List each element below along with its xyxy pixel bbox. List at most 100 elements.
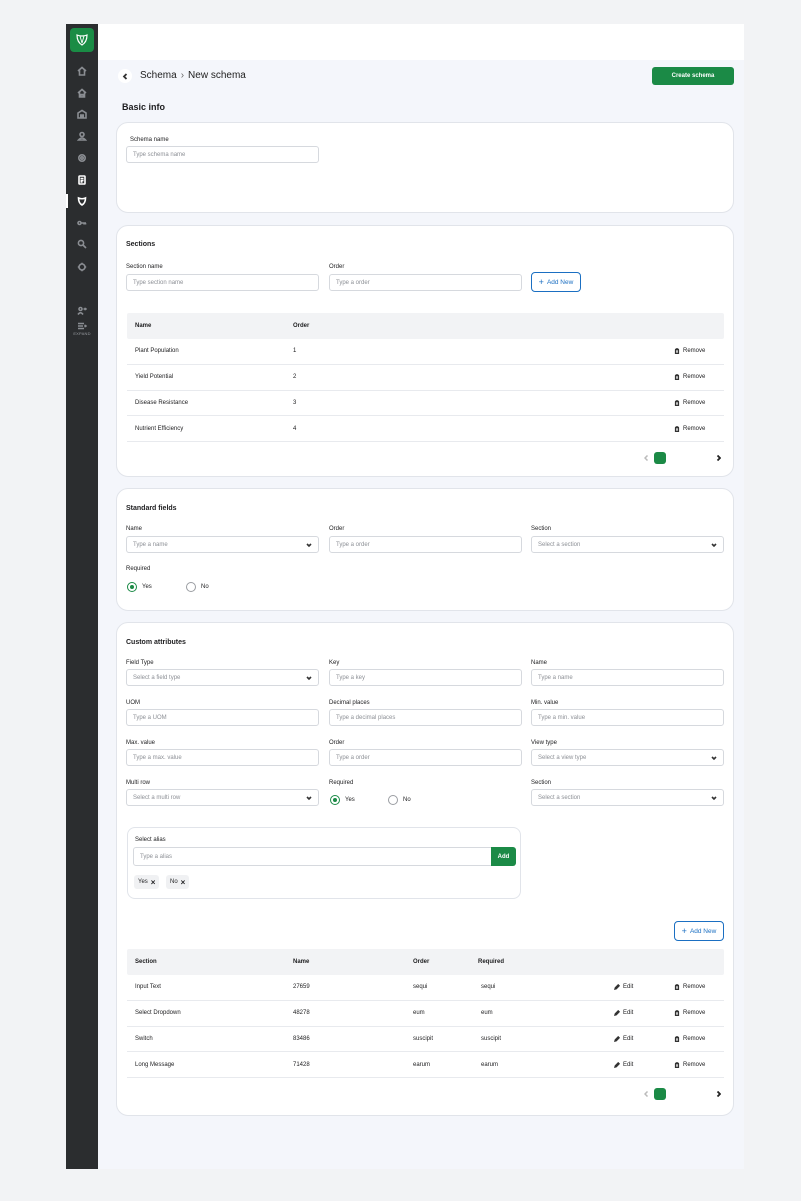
settings-icon[interactable] [66,257,98,277]
row-order: 3 [293,399,297,406]
close-icon[interactable]: × [181,878,186,887]
required-yes-radio[interactable]: Yes [330,795,355,805]
order-input[interactable]: Type a order [329,274,522,291]
radio-unchecked-icon [186,582,196,592]
plus-icon: + [681,926,687,936]
edit-button[interactable]: Edit [614,1027,633,1052]
row-name: 27659 [293,984,310,991]
section-select-value: Select a section [538,794,581,801]
cog-icon[interactable] [66,148,98,168]
warehouse-icon[interactable] [66,104,98,124]
table-header: Name Order [127,313,724,339]
field-type-select[interactable]: Select a field type [126,669,319,686]
sections-table: Name Order Plant Population 1 Remove Yie… [127,313,724,443]
key-icon[interactable] [66,213,98,233]
expand-label[interactable]: EXPAND [66,331,98,336]
section-select[interactable]: Select a section [531,536,724,553]
home-alt-icon[interactable] [66,83,98,103]
row-name: Nutrient Efficiency [135,425,184,432]
prev-page-button[interactable] [641,452,651,464]
edit-label: Edit [623,984,634,991]
multi-row-select[interactable]: Select a multi row [126,789,319,806]
next-page-button[interactable] [713,1088,723,1100]
row-order: 1 [293,348,297,355]
alias-chip: Yes × [134,875,160,889]
create-schema-button[interactable]: Create schema [652,67,734,85]
search-tag-icon[interactable] [66,234,98,254]
order-input[interactable]: Type a order [329,536,522,553]
alias-add-button[interactable]: Add [491,847,516,866]
close-icon[interactable]: × [151,878,156,887]
alias-input[interactable]: Type a alias [133,847,492,866]
remove-button[interactable]: Remove [674,1001,705,1026]
remove-button[interactable]: Remove [674,339,705,364]
trash-icon [674,399,680,406]
table-row: Switch 83486 suscipit suscipit Edit Remo… [127,1027,724,1053]
remove-label: Remove [683,1010,706,1017]
trash-icon [674,374,680,381]
key-input[interactable]: Type a key [329,669,522,686]
min-value-input[interactable]: Type a min. value [531,709,724,726]
user-icon[interactable] [66,126,98,146]
view-type-select[interactable]: Select a view type [531,749,724,766]
edit-button[interactable]: Edit [614,1052,633,1077]
attributes-pagination: 1 [641,1088,721,1100]
remove-button[interactable]: Remove [674,1052,705,1077]
current-page[interactable]: 1 [654,1088,666,1100]
breadcrumb: Schema › New schema [140,70,246,81]
section-name-input[interactable]: Type section name [126,274,319,291]
remove-button[interactable]: Remove [674,1027,705,1052]
logo-icon[interactable] [70,28,94,52]
remove-button[interactable]: Remove [674,391,705,416]
add-attribute-button[interactable]: + Add New [674,921,724,941]
max-value-input[interactable]: Type a max. value [126,749,319,766]
add-section-button[interactable]: + Add New [531,272,581,292]
current-page[interactable]: 1 [654,452,666,464]
uom-input[interactable]: Type a UOM [126,709,319,726]
order-label: Order [329,264,345,270]
row-required: eum [481,1010,493,1017]
table-row: Select Dropdown 48278 eum eum Edit Remov… [127,1001,724,1027]
col-name: Name [293,959,310,965]
row-name: Plant Population [135,348,179,355]
edit-button[interactable]: Edit [614,975,633,1000]
home-icon[interactable] [66,61,98,81]
add-attribute-label: Add New [689,927,717,935]
remove-button[interactable]: Remove [674,365,705,390]
name-input[interactable]: Type a name [531,669,724,686]
next-page-button[interactable] [713,452,723,464]
row-name: 71428 [293,1061,310,1068]
required-no-radio[interactable]: No [186,582,209,592]
radio-label: No [201,584,209,590]
chevron-down-icon [711,795,717,800]
section-select[interactable]: Select a section [531,789,724,806]
radio-label: No [403,797,411,803]
required-no-radio[interactable]: No [388,795,411,805]
sections-title: Sections [126,241,156,248]
decimal-places-input[interactable]: Type a decimal places [329,709,522,726]
pencil-icon [614,1010,620,1017]
standard-fields-card: Standard fields Name Type a name Order T… [116,488,734,611]
standard-fields-title: Standard fields [126,505,177,512]
remove-button[interactable]: Remove [674,416,705,441]
edit-button[interactable]: Edit [614,1001,633,1026]
sidebar: EXPAND [66,24,98,1169]
back-button[interactable] [118,69,132,83]
schema-icon[interactable] [66,191,98,211]
order-input[interactable]: Type a order [329,749,522,766]
document-icon[interactable] [66,170,98,190]
sections-card: Sections Section name Type section name … [116,225,734,477]
remove-button[interactable]: Remove [674,975,705,1000]
required-yes-radio[interactable]: Yes [127,582,152,592]
schema-name-input[interactable]: Type schema name [126,146,319,163]
remove-label: Remove [683,1061,706,1068]
custom-attributes-title: Custom attributes [126,639,186,646]
col-name: Name [135,323,152,329]
prev-page-button[interactable] [641,1088,651,1100]
row-name: Disease Resistance [135,399,189,406]
name-label: Name [531,660,548,666]
app-window: EXPAND Schema › New schema Create schema B… [66,24,744,1169]
schema-name-label: Schema name [130,137,169,143]
breadcrumb-parent[interactable]: Schema [140,70,177,81]
name-select[interactable]: Type a name [126,536,319,553]
